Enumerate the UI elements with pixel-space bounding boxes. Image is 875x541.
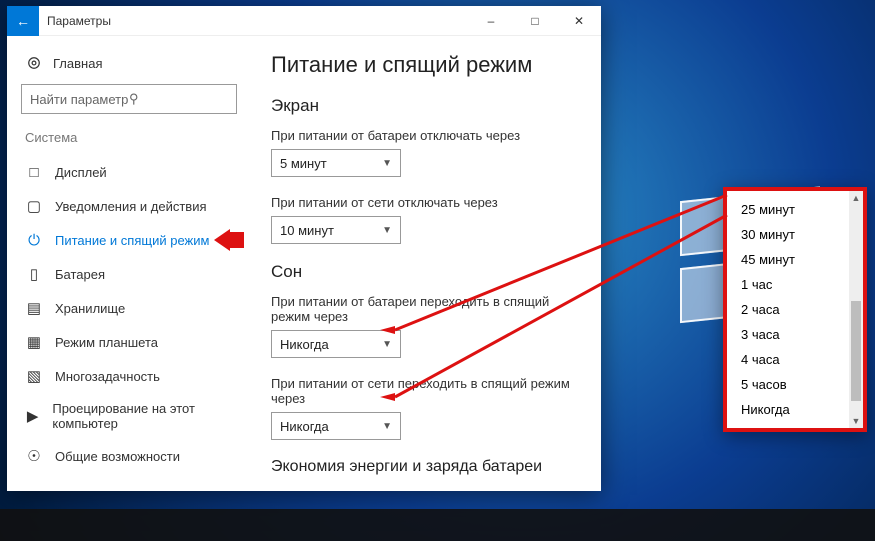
sleep-battery-dropdown[interactable]: Никогда ▼: [271, 330, 401, 358]
sidebar-item-label: Проецирование на этот компьютер: [52, 401, 233, 431]
projecting-icon: ▶: [25, 407, 40, 425]
sidebar-item-label: Многозадачность: [55, 369, 160, 384]
sidebar-item-label: Дисплей: [55, 165, 107, 180]
dropdown-value: Никогда: [280, 419, 329, 434]
sidebar-item-display[interactable]: □ Дисплей: [7, 155, 251, 189]
battery-icon: ▯: [25, 265, 43, 283]
screen-heading: Экран: [271, 96, 581, 116]
screen-plugged-label: При питании от сети отключать через: [271, 195, 581, 210]
minimize-button[interactable]: –: [469, 6, 513, 36]
close-button[interactable]: ✕: [557, 6, 601, 36]
power-icon: ⏻: [25, 231, 43, 249]
shared-icon: ☉: [25, 447, 43, 465]
chevron-down-icon: ▼: [382, 158, 392, 169]
sidebar-item-label: Питание и спящий режим: [55, 233, 209, 248]
scroll-up-icon[interactable]: ▲: [849, 191, 863, 205]
settings-window: ← Параметры – □ ✕ Главная Найти параметр…: [7, 6, 601, 491]
sidebar: Главная Найти параметр ⚲ Система □ Диспл…: [7, 36, 251, 491]
sidebar-item-storage[interactable]: ▤ Хранилище: [7, 291, 251, 325]
taskbar[interactable]: [0, 509, 875, 541]
dropdown-option[interactable]: 30 минут: [727, 222, 849, 247]
sidebar-item-tablet-mode[interactable]: ▦ Режим планшета: [7, 325, 251, 359]
search-icon: ⚲: [129, 91, 228, 107]
dropdown-option[interactable]: 25 минут: [727, 197, 849, 222]
dropdown-option[interactable]: 1 час: [727, 272, 849, 297]
tablet-icon: ▦: [25, 333, 43, 351]
display-icon: □: [25, 163, 43, 181]
sidebar-item-label: Общие возможности: [55, 449, 180, 464]
back-button[interactable]: ←: [7, 6, 39, 36]
gear-icon: [25, 54, 43, 72]
screen-battery-label: При питании от батареи отключать через: [271, 128, 581, 143]
dropdown-value: Никогда: [280, 337, 329, 352]
chevron-down-icon: ▼: [382, 225, 392, 236]
multitasking-icon: ▧: [25, 367, 43, 385]
search-placeholder: Найти параметр: [30, 92, 129, 107]
dropdown-options-panel: 25 минут30 минут45 минут1 час2 часа3 час…: [723, 187, 867, 432]
scrollbar-thumb[interactable]: [851, 301, 861, 401]
content-pane: Питание и спящий режим Экран При питании…: [251, 36, 601, 491]
sleep-plugged-dropdown[interactable]: Никогда ▼: [271, 412, 401, 440]
sidebar-item-battery[interactable]: ▯ Батарея: [7, 257, 251, 291]
sidebar-item-label: Режим планшета: [55, 335, 158, 350]
sidebar-item-shared[interactable]: ☉ Общие возможности: [7, 439, 251, 473]
chevron-down-icon: ▼: [382, 421, 392, 432]
sidebar-item-label: Батарея: [55, 267, 105, 282]
chevron-down-icon: ▼: [382, 339, 392, 350]
dropdown-option[interactable]: Никогда: [727, 397, 849, 422]
energy-heading: Экономия энергии и заряда батареи: [271, 458, 581, 476]
annotation-arrow-icon: [214, 229, 244, 251]
sidebar-item-label: Уведомления и действия: [55, 199, 207, 214]
window-title: Параметры: [47, 14, 469, 28]
storage-icon: ▤: [25, 299, 43, 317]
dropdown-option[interactable]: 2 часа: [727, 297, 849, 322]
sidebar-item-projecting[interactable]: ▶ Проецирование на этот компьютер: [7, 393, 251, 439]
sleep-heading: Сон: [271, 262, 581, 282]
dropdown-value: 10 минут: [280, 223, 334, 238]
sleep-plugged-label: При питании от сети переходить в спящий …: [271, 376, 581, 406]
dropdown-option[interactable]: 5 часов: [727, 372, 849, 397]
sleep-battery-label: При питании от батареи переходить в спящ…: [271, 294, 581, 324]
maximize-button[interactable]: □: [513, 6, 557, 36]
notifications-icon: ▢: [25, 197, 43, 215]
dropdown-option[interactable]: 4 часа: [727, 347, 849, 372]
sidebar-item-multitasking[interactable]: ▧ Многозадачность: [7, 359, 251, 393]
scroll-down-icon[interactable]: ▼: [849, 414, 863, 428]
titlebar: ← Параметры – □ ✕: [7, 6, 601, 36]
dropdown-option[interactable]: 3 часа: [727, 322, 849, 347]
dropdown-option[interactable]: 45 минут: [727, 247, 849, 272]
dropdown-value: 5 минут: [280, 156, 327, 171]
screen-plugged-dropdown[interactable]: 10 минут ▼: [271, 216, 401, 244]
sidebar-item-label: Хранилище: [55, 301, 125, 316]
home-button[interactable]: Главная: [7, 50, 251, 84]
page-title: Питание и спящий режим: [271, 52, 581, 78]
search-input[interactable]: Найти параметр ⚲: [21, 84, 237, 114]
home-label: Главная: [53, 56, 102, 71]
section-label: Система: [7, 130, 251, 155]
scrollbar[interactable]: ▲ ▼: [849, 191, 863, 428]
screen-battery-dropdown[interactable]: 5 минут ▼: [271, 149, 401, 177]
sidebar-item-notifications[interactable]: ▢ Уведомления и действия: [7, 189, 251, 223]
